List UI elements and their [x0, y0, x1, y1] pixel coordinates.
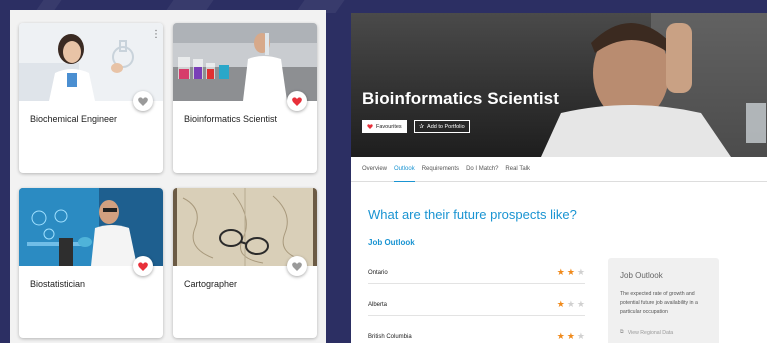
star-filled-icon: ★: [566, 331, 575, 341]
lab-photo: [173, 23, 317, 101]
view-regional-data-link[interactable]: ⧉ View Regional Data: [620, 329, 707, 336]
card-title: Bioinformatics Scientist: [184, 114, 278, 124]
favorite-button[interactable]: [133, 91, 153, 111]
star-rating: ★ ★ ★: [557, 300, 585, 309]
region-name: Alberta: [368, 301, 388, 308]
star-empty-icon: ★: [566, 299, 575, 309]
star-empty-icon: ★: [576, 331, 585, 341]
career-grid: ⋮ Biochemical Engineer: [10, 10, 326, 343]
star-rating: ★ ★ ★: [557, 268, 585, 277]
card-image: [173, 188, 317, 266]
external-link-icon: ⧉: [620, 329, 624, 335]
star-filled-icon: ★: [566, 267, 575, 277]
tab-bar: Overview Outlook Requirements Do I Match…: [351, 157, 767, 182]
background-stripe: [166, 0, 214, 10]
pin-icon: ✰: [419, 124, 425, 130]
section-heading: What are their future prospects like?: [368, 207, 577, 222]
card-image: [173, 23, 317, 101]
info-box-description: The expected rate of growth and potentia…: [620, 291, 698, 315]
map-photo: [173, 188, 317, 266]
career-detail: Bioinformatics Scientist Favourites ✰ Ad…: [351, 13, 767, 343]
career-card[interactable]: Bioinformatics Scientist: [173, 23, 317, 173]
card-image: [19, 188, 163, 266]
outlook-row: Alberta ★ ★ ★: [368, 294, 585, 316]
tab-overview[interactable]: Overview: [362, 157, 387, 182]
card-image: ⋮: [19, 23, 163, 101]
career-card[interactable]: Biostatistician: [19, 188, 163, 338]
outlook-row: Ontario ★ ★ ★: [368, 262, 585, 284]
biostatistician-photo: [19, 188, 163, 266]
heart-filled-icon: [292, 96, 302, 106]
add-portfolio-label: Add to Portfolio: [427, 123, 465, 130]
hero-banner: Bioinformatics Scientist Favourites ✰ Ad…: [351, 13, 767, 157]
career-card[interactable]: ⋮ Biochemical Engineer: [19, 23, 163, 173]
background-stripe: [36, 0, 62, 10]
favorite-button[interactable]: [287, 91, 307, 111]
more-options-icon[interactable]: ⋮: [151, 30, 161, 40]
add-to-portfolio-button[interactable]: ✰ Add to Portfolio: [414, 120, 470, 133]
career-card[interactable]: Cartographer: [173, 188, 317, 338]
star-filled-icon: ★: [556, 299, 565, 309]
job-outlook-info-box: Job Outlook The expected rate of growth …: [608, 258, 719, 343]
tab-do-i-match[interactable]: Do I Match?: [466, 157, 498, 182]
heart-filled-icon: [138, 261, 148, 271]
card-title: Biochemical Engineer: [30, 114, 118, 124]
info-box-title: Job Outlook: [620, 271, 663, 280]
hero-photo: [351, 13, 767, 157]
outlook-row: British Columbia ★ ★ ★: [368, 326, 585, 343]
link-label: View Regional Data: [627, 329, 674, 336]
star-empty-icon: ★: [576, 299, 585, 309]
scientist-photo: [19, 23, 163, 101]
card-title: Cartographer: [184, 279, 238, 289]
heart-outline-icon: [292, 261, 302, 271]
star-rating: ★ ★ ★: [557, 332, 585, 341]
career-title: Bioinformatics Scientist: [362, 89, 559, 108]
star-empty-icon: ★: [576, 267, 585, 277]
card-title: Biostatistician: [30, 279, 86, 289]
heart-outline-icon: [138, 96, 148, 106]
favorite-button[interactable]: [133, 256, 153, 276]
region-name: British Columbia: [368, 333, 412, 340]
star-filled-icon: ★: [556, 331, 565, 341]
tab-outlook[interactable]: Outlook: [394, 157, 415, 182]
tab-real-talk[interactable]: Real Talk: [505, 157, 530, 182]
favourites-label: Favourites: [376, 123, 402, 130]
tab-requirements[interactable]: Requirements: [422, 157, 459, 182]
region-name: Ontario: [368, 269, 388, 276]
favourites-button[interactable]: Favourites: [362, 120, 407, 133]
job-outlook-heading: Job Outlook: [368, 238, 415, 247]
star-filled-icon: ★: [556, 267, 565, 277]
favorite-button[interactable]: [287, 256, 307, 276]
heart-filled-icon: [367, 124, 373, 129]
